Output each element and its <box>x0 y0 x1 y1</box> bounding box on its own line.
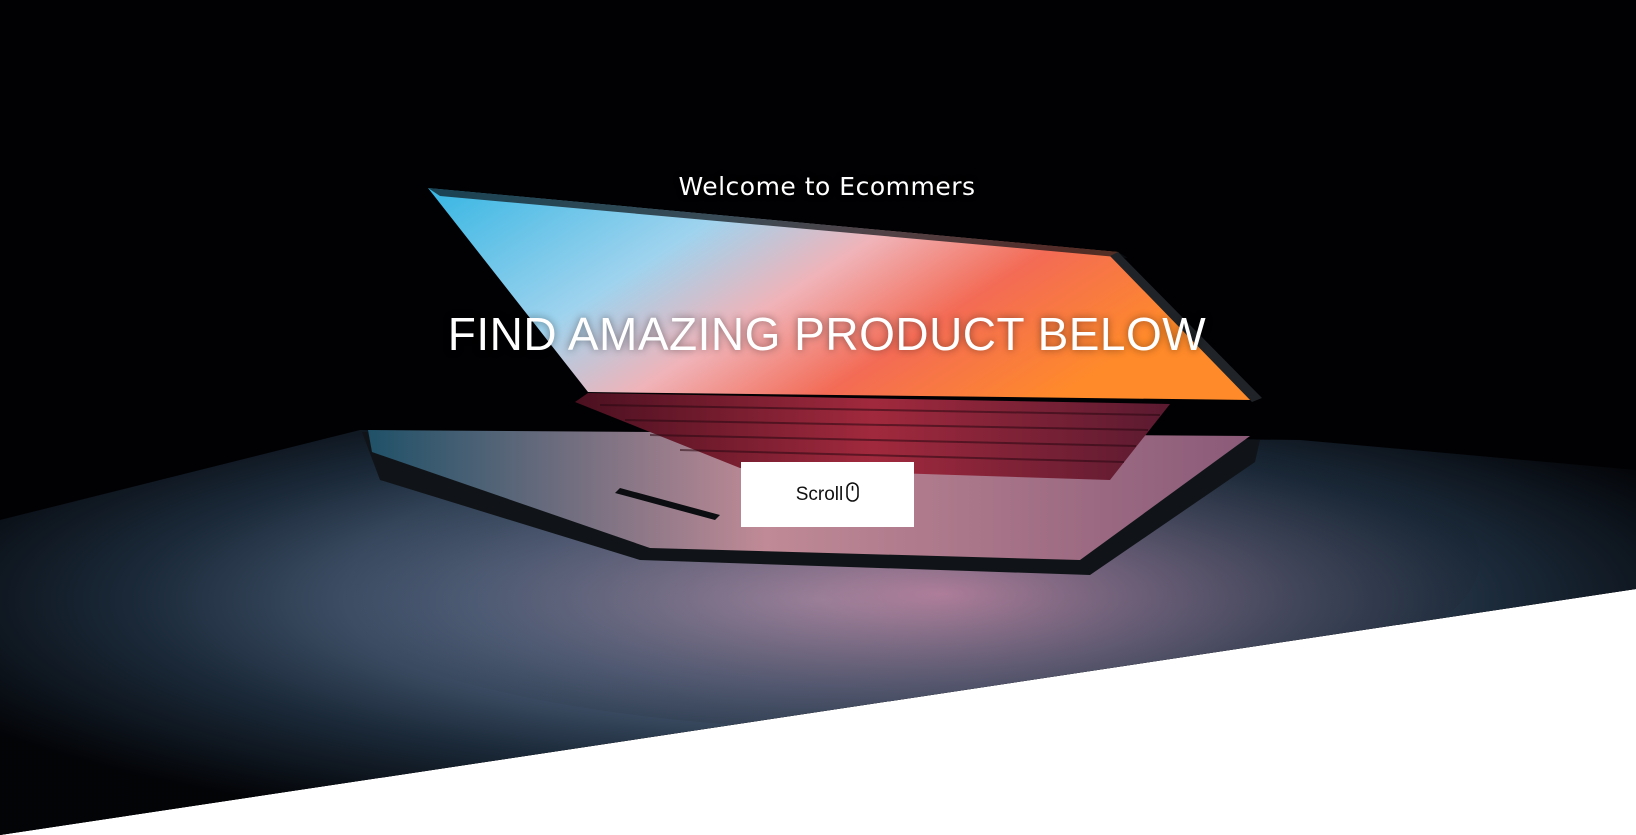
page-title: FIND AMAZING PRODUCT BELOW <box>447 308 1207 360</box>
scroll-button[interactable]: Scroll <box>741 462 914 527</box>
laptop-photo <box>0 0 1636 835</box>
welcome-text: Welcome to Ecommers <box>678 172 976 201</box>
mouse-icon <box>846 481 860 502</box>
scroll-button-label: Scroll <box>795 484 844 505</box>
hero-section: Welcome to Ecommers FIND AMAZING PRODUCT… <box>0 0 1636 835</box>
